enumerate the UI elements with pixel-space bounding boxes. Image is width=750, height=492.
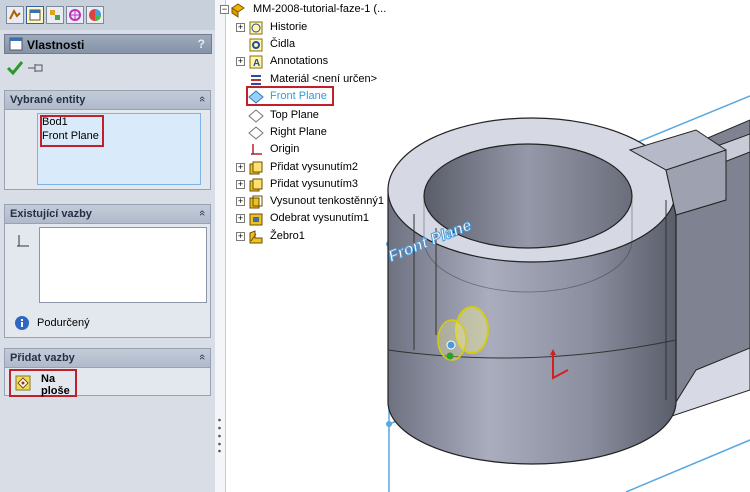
property-manager-icon xyxy=(29,9,41,21)
rib-icon xyxy=(249,230,263,244)
expand-node-icon[interactable]: + xyxy=(236,197,245,206)
selected-entities-list[interactable]: Bod1 Front Plane xyxy=(37,113,201,185)
collapse-icon[interactable]: « xyxy=(196,96,208,102)
relation-icon xyxy=(17,235,29,247)
tree-item-label: Žebro1 xyxy=(270,230,305,242)
tree-item-label: Materiál <není určen> xyxy=(270,73,378,85)
history-icon xyxy=(249,21,263,35)
expand-node-icon[interactable]: + xyxy=(236,180,245,189)
entity-item[interactable]: Bod1 xyxy=(42,116,68,128)
tree-root-label: MM-2008-tutorial-faze-1 (... xyxy=(253,3,387,15)
tree-item-label: Historie xyxy=(270,21,308,33)
tree-item-label: Front Plane xyxy=(270,90,327,102)
expand-node-icon[interactable]: + xyxy=(236,214,245,223)
expand-node-icon[interactable]: + xyxy=(236,23,245,32)
tab-configuration-manager[interactable] xyxy=(46,6,64,24)
expand-node-icon[interactable]: + xyxy=(236,163,245,172)
property-manager-panel: Vlastnosti ? Vybrané entity « Bod1 Front… xyxy=(0,0,216,492)
tree-item-label: Přidat vysunutím2 xyxy=(270,161,359,173)
group-selected-entities: Vybrané entity « Bod1 Front Plane xyxy=(4,90,211,190)
group-selected-entities-header[interactable]: Vybrané entity « xyxy=(5,91,210,110)
display-manager-icon xyxy=(89,9,101,21)
tree-item-label: Annotations xyxy=(270,55,329,67)
entity-item[interactable]: Front Plane xyxy=(42,130,99,142)
selected-point[interactable] xyxy=(446,340,456,350)
relation-property-icon xyxy=(9,37,23,51)
on-plane-label: ploše xyxy=(41,385,70,397)
property-header: Vlastnosti ? xyxy=(4,34,212,54)
tree-item-label: Top Plane xyxy=(270,109,319,121)
expand-node-icon[interactable]: + xyxy=(236,57,245,66)
svg-text:A: A xyxy=(253,58,260,69)
collapse-icon[interactable]: « xyxy=(196,210,208,216)
sensor-icon xyxy=(249,38,263,52)
manager-tab-bar xyxy=(0,0,215,30)
existing-relations-list[interactable] xyxy=(39,227,207,303)
on-plane-label: Na xyxy=(41,373,56,385)
origin-icon xyxy=(251,144,262,155)
group-add-relations-header[interactable]: Přidat vazby « xyxy=(5,349,210,368)
tab-dimxpert[interactable] xyxy=(66,6,84,24)
configuration-icon xyxy=(50,10,60,20)
part-icon xyxy=(231,3,245,18)
extrude-boss-icon xyxy=(249,161,263,175)
ok-checkmark-icon[interactable] xyxy=(6,60,24,76)
help-icon[interactable]: ? xyxy=(198,37,205,51)
pushpin-icon[interactable] xyxy=(27,62,45,74)
definition-status: Podurčený xyxy=(37,317,90,329)
tree-item-label: Čidla xyxy=(270,38,296,50)
on-plane-relation-button[interactable]: Na ploše xyxy=(9,369,77,397)
tab-feature-manager[interactable] xyxy=(6,6,24,24)
thin-extrude-icon xyxy=(249,195,263,209)
tree-item-label: Right Plane xyxy=(270,126,327,138)
collapse-node-icon[interactable]: − xyxy=(220,5,229,14)
tree-item-label: Vysunout tenkostěnný1 xyxy=(270,195,384,207)
plane-icon xyxy=(248,109,264,123)
property-title: Vlastnosti xyxy=(27,38,85,52)
group-title: Existující vazby xyxy=(10,208,92,220)
group-title: Přidat vazby xyxy=(10,352,75,364)
tree-item-label: Origin xyxy=(270,143,300,155)
plane-icon xyxy=(248,90,264,104)
group-add-relations: Přidat vazby « Na ploše xyxy=(4,348,211,397)
plane-handle[interactable] xyxy=(386,421,392,427)
front-plane-outline xyxy=(625,439,750,492)
plane-icon xyxy=(248,126,264,140)
dimxpert-icon xyxy=(69,9,81,21)
tree-item-label: Odebrat vysunutím1 xyxy=(270,212,370,224)
info-icon xyxy=(15,316,29,330)
feature-tree: − MM-2008-tutorial-faze-1 (... + Histori… xyxy=(220,0,648,260)
splitter-grip-icon[interactable] xyxy=(217,416,222,454)
tab-property-manager[interactable] xyxy=(26,6,44,24)
tree-item-label: Přidat vysunutím3 xyxy=(270,178,359,190)
group-existing-relations-header[interactable]: Existující vazby « xyxy=(5,205,210,224)
feature-manager-icon xyxy=(9,8,21,20)
point-marker xyxy=(446,352,454,360)
extrude-boss-icon xyxy=(249,178,263,192)
cut-extrude-icon xyxy=(249,213,263,226)
collapse-icon[interactable]: « xyxy=(196,354,208,360)
annotations-icon: A xyxy=(249,55,263,69)
group-existing-relations: Existující vazby « Podurčený xyxy=(4,204,211,338)
panel-splitter[interactable] xyxy=(215,0,226,492)
tab-display-manager[interactable] xyxy=(86,6,104,24)
group-title: Vybrané entity xyxy=(10,94,86,106)
on-plane-icon xyxy=(15,375,31,391)
expand-node-icon[interactable]: + xyxy=(236,232,245,241)
